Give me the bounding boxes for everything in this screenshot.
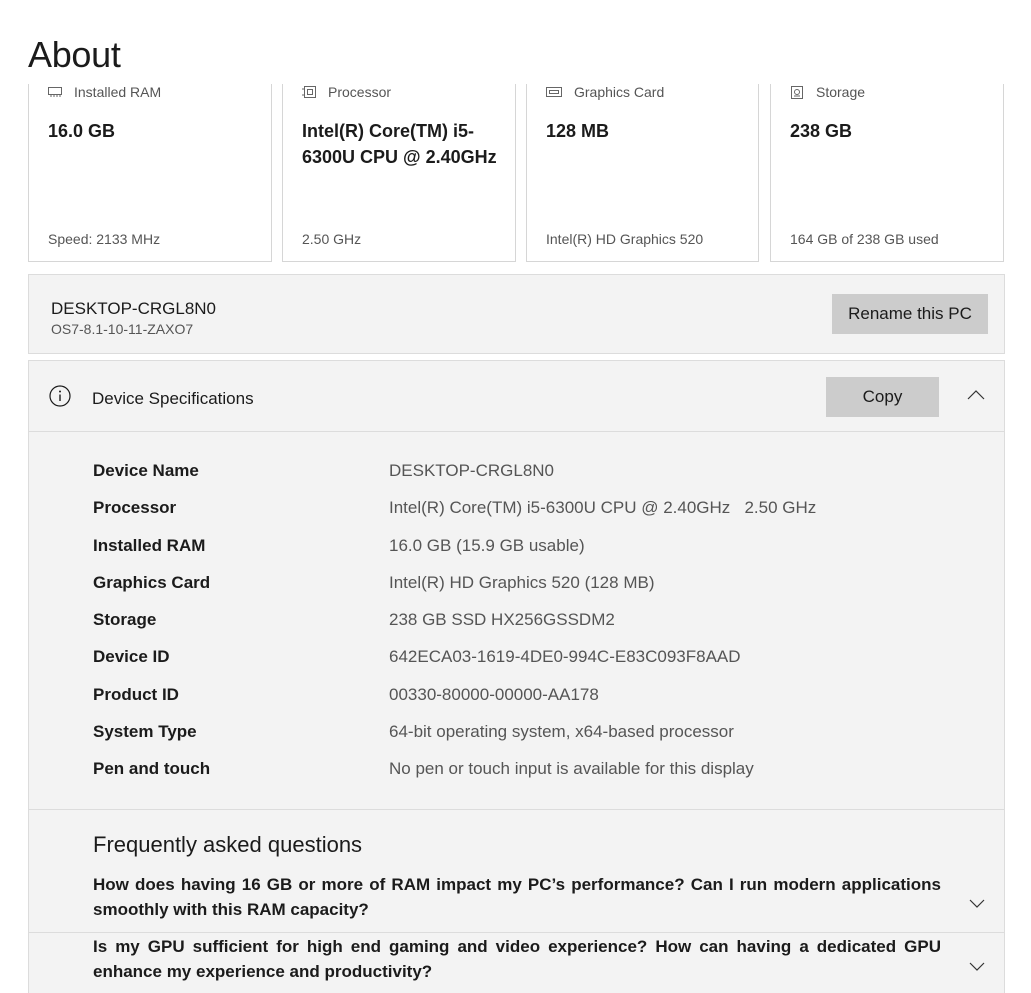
spec-label: Storage — [93, 610, 157, 630]
spec-row-product-id: Product ID 00330-80000-00000-AA178 — [93, 685, 973, 722]
card-label: Installed RAM — [74, 84, 162, 100]
spec-row-processor: Processor Intel(R) Core(TM) i5-6300U CPU… — [93, 498, 973, 535]
summary-cards: Installed RAM 16.0 GB Speed: 2133 MHz Pr… — [28, 84, 1004, 264]
spec-row-storage: Storage 238 GB SSD HX256GSSDM2 — [93, 610, 973, 647]
card-header: Installed RAM — [48, 84, 161, 100]
faq-item[interactable]: Is my GPU sufficient for high end gaming… — [29, 933, 1004, 993]
faq-item[interactable]: How does having 16 GB or more of RAM imp… — [29, 810, 1004, 932]
faq-question: Is my GPU sufficient for high end gaming… — [93, 937, 941, 981]
card-value: 238 GB — [790, 121, 853, 141]
card-storage: Storage 238 GB 164 GB of 238 GB used — [770, 84, 1004, 262]
card-label: Processor — [328, 84, 392, 100]
spec-label: System Type — [93, 722, 197, 742]
spec-label: Device ID — [93, 647, 170, 667]
spec-value: No pen or touch input is available for t… — [389, 759, 754, 779]
graphics-card-icon — [546, 86, 562, 98]
spec-value: 238 GB SSD HX256GSSDM2 — [389, 610, 615, 630]
spec-label: Pen and touch — [93, 759, 211, 779]
processor-icon — [302, 86, 316, 98]
spec-label: Processor — [93, 498, 177, 518]
spec-row-device-id: Device ID 642ECA03-1619-4DE0-994C-E83C09… — [93, 647, 973, 684]
faq-panel: Frequently asked questions How does havi… — [28, 810, 1005, 993]
storage-icon — [790, 86, 804, 99]
spec-value: 16.0 GB (15.9 GB usable) — [389, 535, 585, 555]
spec-label: Product ID — [93, 684, 179, 704]
info-icon — [49, 385, 71, 407]
spec-row-device-name: Device Name DESKTOP-CRGL8N0 — [93, 461, 973, 498]
spec-value: 642ECA03-1619-4DE0-994C-E83C093F8AAD — [389, 647, 741, 667]
card-header: Processor — [302, 84, 391, 100]
spec-value: 00330-80000-00000-AA178 — [389, 684, 599, 704]
spec-row-installed-ram: Installed RAM 16.0 GB (15.9 GB usable) — [93, 536, 973, 573]
pc-name-panel: DESKTOP-CRGL8N0 OS7-8.1-10-11-ZAXO7 Rena… — [28, 274, 1005, 354]
spec-label: Installed RAM — [93, 535, 206, 555]
card-header: Graphics Card — [546, 84, 664, 100]
device-specifications-header[interactable]: Device Specifications Copy — [29, 361, 1004, 432]
spec-row-pen-and-touch: Pen and touch No pen or touch input is a… — [93, 759, 973, 796]
card-value: 16.0 GB — [48, 121, 116, 141]
spec-row-system-type: System Type 64-bit operating system, x64… — [93, 722, 973, 759]
page-title: About — [28, 34, 121, 75]
card-detail: Intel(R) HD Graphics 520 — [546, 231, 704, 247]
card-value: Intel(R) Core(TM) i5-6300U CPU @ 2.40GHz — [302, 121, 497, 167]
card-processor: Processor Intel(R) Core(TM) i5-6300U CPU… — [282, 84, 516, 262]
spec-value: Intel(R) HD Graphics 520 (128 MB) — [389, 572, 655, 592]
device-specifications-panel: Device Specifications Copy Device Name D… — [28, 360, 1005, 810]
card-detail: Speed: 2133 MHz — [48, 231, 161, 247]
chevron-up-icon[interactable] — [967, 388, 985, 400]
chevron-down-icon[interactable] — [969, 959, 985, 971]
chevron-down-icon[interactable] — [969, 896, 985, 908]
spec-list: Device Name DESKTOP-CRGL8N0 Processor In… — [93, 461, 973, 797]
spec-label: Device Name — [93, 461, 199, 480]
card-value: 128 MB — [546, 121, 610, 141]
card-detail: 2.50 GHz — [302, 231, 362, 247]
card-label: Graphics Card — [574, 84, 665, 100]
card-header: Storage — [790, 84, 865, 100]
card-installed-ram: Installed RAM 16.0 GB Speed: 2133 MHz — [28, 84, 272, 262]
spec-value: 64-bit operating system, x64-based proce… — [389, 722, 734, 742]
card-label: Storage — [816, 84, 866, 100]
spec-label: Graphics Card — [93, 572, 211, 592]
spec-value: DESKTOP-CRGL8N0 — [389, 461, 555, 480]
spec-value: Intel(R) Core(TM) i5-6300U CPU @ 2.40GHz… — [389, 498, 817, 518]
faq-question: How does having 16 GB or more of RAM imp… — [93, 875, 941, 919]
rename-pc-button[interactable]: Rename this PC — [832, 294, 988, 334]
spec-row-graphics-card: Graphics Card Intel(R) HD Graphics 520 (… — [93, 573, 973, 610]
section-title: Device Specifications — [92, 389, 254, 408]
pc-name: DESKTOP-CRGL8N0 — [51, 299, 217, 318]
card-graphics: Graphics Card 128 MB Intel(R) HD Graphic… — [526, 84, 759, 262]
copy-button[interactable]: Copy — [826, 377, 939, 417]
card-detail: 164 GB of 238 GB used — [790, 231, 939, 247]
pc-model: OS7-8.1-10-11-ZAXO7 — [51, 321, 194, 337]
ram-icon — [48, 86, 62, 98]
